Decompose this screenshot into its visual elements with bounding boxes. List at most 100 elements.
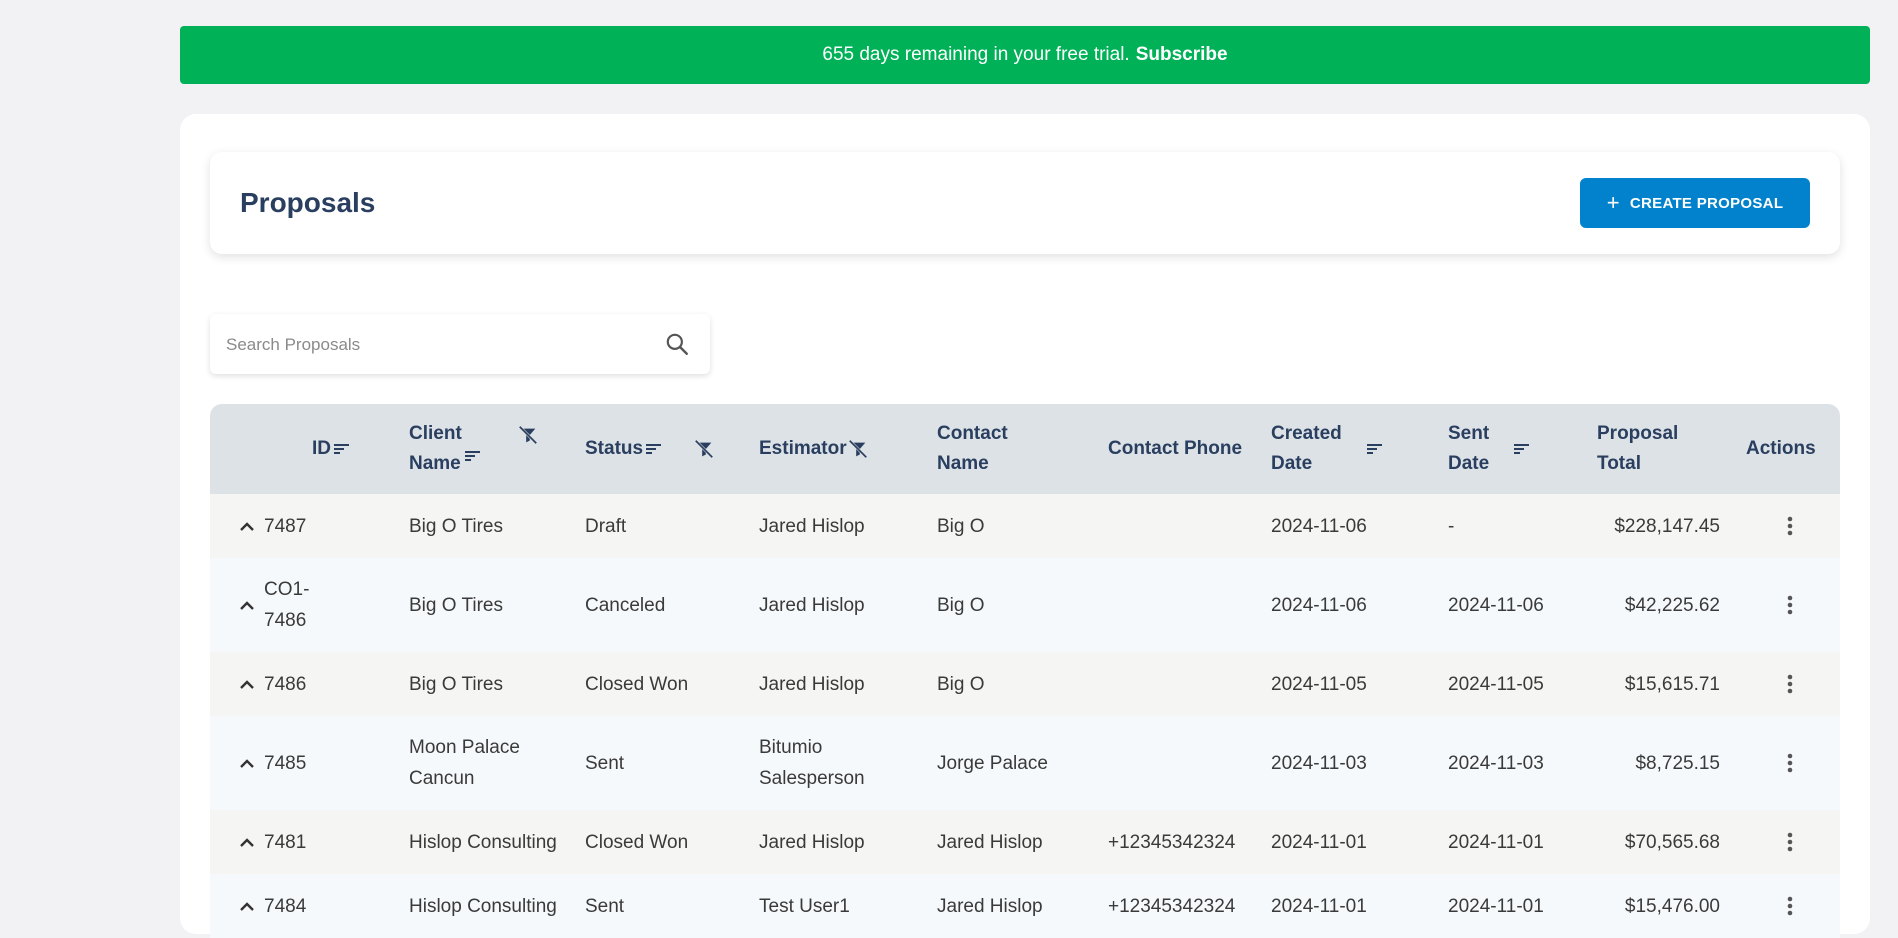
col-header-contact-name[interactable]: Contact Name: [931, 404, 1088, 494]
id-cell: 7481: [210, 810, 367, 874]
table-row[interactable]: 7485 Moon Palace Cancun Sent Bitumio Salesper…: [210, 716, 1840, 810]
status-cell: Canceled: [585, 594, 666, 616]
created-cell: 2024-11-01: [1271, 831, 1367, 853]
page-title: Proposals: [240, 187, 376, 218]
subscribe-link[interactable]: Subscribe: [1136, 44, 1228, 66]
total-cell: $15,476.00: [1624, 895, 1720, 917]
col-header-client-name[interactable]: Client Name: [367, 404, 579, 494]
phone-cell: [1088, 558, 1264, 652]
estimator-cell: Jared Hislop: [753, 494, 931, 558]
col-id-label: ID: [312, 438, 331, 459]
col-status-label: Status: [585, 438, 644, 459]
search-box: [210, 314, 710, 376]
row-id: 7484: [264, 895, 307, 917]
contact-cell: Jared Hislop: [937, 831, 1043, 853]
phone-cell: +12345342324: [1108, 895, 1236, 917]
more-vert-icon[interactable]: [1786, 894, 1794, 918]
col-contact-label-2: Name: [937, 453, 989, 474]
actions-cell: [1740, 494, 1840, 558]
table-row[interactable]: 7484 Hislop Consulting Sent Test User1 Jared…: [210, 874, 1840, 938]
more-vert-icon[interactable]: [1786, 751, 1794, 775]
col-client-label-1: Client: [409, 423, 462, 444]
contact-cell: Jared Hislop: [937, 895, 1043, 917]
more-vert-icon[interactable]: [1786, 672, 1794, 696]
table-row[interactable]: 7481 Hislop Consulting Closed Won Jared His…: [210, 810, 1840, 874]
col-estimator-label: Estimator: [759, 438, 847, 459]
actions-cell: [1740, 652, 1840, 716]
client-cell: Big O Tires: [367, 652, 579, 716]
created-cell: 2024-11-06: [1271, 515, 1367, 537]
created-cell: 2024-11-06: [1271, 594, 1367, 616]
more-vert-icon[interactable]: [1786, 514, 1794, 538]
row-id: 7485: [264, 752, 307, 774]
total-cell: $15,615.71: [1624, 673, 1720, 695]
row-id: 7486: [264, 673, 307, 695]
id-cell: 7484: [210, 874, 367, 938]
col-contact-label-1: Contact: [937, 423, 1008, 444]
row-client: Hislop Consulting: [409, 831, 557, 853]
sort-icon[interactable]: [1366, 442, 1384, 456]
filter-off-icon[interactable]: [847, 438, 869, 460]
client-cell: Moon Palace Cancun: [367, 716, 579, 810]
sort-icon[interactable]: [333, 442, 351, 456]
create-proposal-label: CREATE PROPOSAL: [1629, 194, 1784, 212]
col-header-status[interactable]: Status: [579, 404, 753, 494]
col-client-label-2: Name: [409, 453, 461, 474]
col-created-label-1: Created: [1271, 423, 1342, 444]
plus-icon: +: [1606, 190, 1620, 215]
chevron-up-icon[interactable]: [238, 599, 256, 611]
col-header-id[interactable]: ID: [210, 404, 367, 494]
filter-off-icon[interactable]: [693, 438, 715, 460]
sort-icon[interactable]: [1513, 442, 1531, 456]
col-header-proposal-total[interactable]: Proposal Total: [1591, 404, 1740, 494]
table-row[interactable]: 7487 Big O Tires Draft Jared Hislop Big O 202…: [210, 494, 1840, 558]
row-client-2: Cancun: [409, 768, 475, 789]
chevron-up-icon[interactable]: [238, 900, 256, 912]
sent-cell: 2024-11-05: [1448, 673, 1544, 695]
sort-icon[interactable]: [464, 449, 482, 463]
table-row[interactable]: 7486 Big O Tires Closed Won Jared Hislop Big…: [210, 652, 1840, 716]
filter-off-icon[interactable]: [517, 424, 539, 446]
estimator-cell: Bitumio Salesperson: [753, 716, 931, 810]
status-cell: Draft: [585, 515, 627, 537]
col-header-sent-date[interactable]: Sent Date: [1442, 404, 1591, 494]
chevron-up-icon[interactable]: [238, 678, 256, 690]
total-cell: $8,725.15: [1635, 752, 1720, 774]
client-cell: Hislop Consulting: [367, 810, 579, 874]
actions-cell: [1740, 716, 1840, 810]
sent-cell: -: [1448, 515, 1455, 537]
table-row[interactable]: CO1- 7486 Big O Tires Canceled Jared Hislop B…: [210, 558, 1840, 652]
status-cell: Closed Won: [585, 831, 689, 853]
sort-icon[interactable]: [645, 442, 663, 456]
create-proposal-button[interactable]: + CREATE PROPOSAL: [1580, 178, 1810, 228]
row-id: 7487: [264, 515, 307, 537]
search-input[interactable]: [224, 314, 648, 376]
estimator-cell: Test User1: [753, 874, 931, 938]
main-card: Proposals + CREATE PROPOSAL Search Propo…: [180, 114, 1870, 938]
col-header-created-date[interactable]: Created Date: [1264, 404, 1442, 494]
col-sent-label-1: Sent: [1448, 423, 1490, 444]
more-vert-icon[interactable]: [1786, 830, 1794, 854]
actions-cell: [1740, 810, 1840, 874]
table-header-row: ID Client Name Status Estimator Contact …: [210, 404, 1840, 494]
status-cell: Sent: [585, 895, 625, 917]
created-cell: 2024-11-01: [1271, 895, 1367, 917]
phone-cell: [1088, 494, 1264, 558]
sent-cell: 2024-11-01: [1448, 895, 1544, 917]
id-cell: 7486: [210, 652, 367, 716]
col-sent-label-2: Date: [1448, 453, 1490, 474]
row-estimator: Jared Hislop: [759, 673, 865, 695]
chevron-up-icon[interactable]: [238, 520, 256, 532]
phone-cell: [1088, 716, 1264, 810]
created-cell: 2024-11-03: [1271, 752, 1367, 774]
row-id: CO1-: [264, 579, 310, 600]
row-id-2: 7486: [264, 610, 307, 631]
col-header-contact-phone[interactable]: Contact Phone: [1088, 404, 1264, 494]
chevron-up-icon[interactable]: [238, 836, 256, 848]
estimator-cell: Jared Hislop: [753, 652, 931, 716]
col-header-estimator[interactable]: Estimator: [753, 404, 931, 494]
chevron-up-icon[interactable]: [238, 757, 256, 769]
more-vert-icon[interactable]: [1786, 593, 1794, 617]
search-icon[interactable]: [664, 331, 690, 357]
phone-cell: +12345342324: [1108, 831, 1236, 853]
